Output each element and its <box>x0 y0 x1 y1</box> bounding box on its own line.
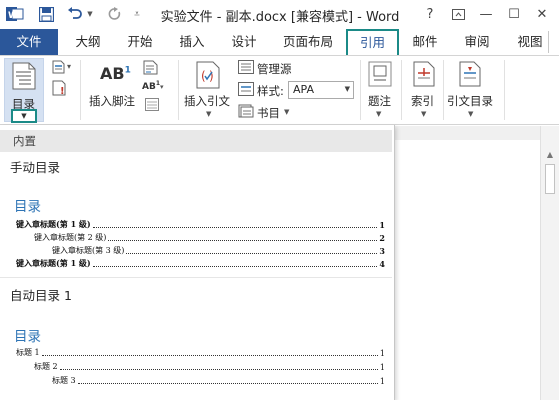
mark-entry-icon[interactable] <box>413 61 435 90</box>
ribbon-separator <box>443 60 444 120</box>
tab-review[interactable]: 审阅 <box>455 31 499 55</box>
vertical-scrollbar[interactable]: ▲ <box>540 126 559 400</box>
ribbon-separator <box>178 60 179 120</box>
toc-preview-heading: 目录 <box>14 199 41 215</box>
style-icon <box>238 82 254 99</box>
tab-mailings[interactable]: 邮件 <box>405 31 445 55</box>
toc-preview-entry: 标题 31 <box>52 376 385 386</box>
mark-citation-icon[interactable] <box>459 61 481 90</box>
tab-overflow-edge <box>548 31 559 53</box>
caption-label[interactable]: 题注 <box>368 93 391 109</box>
toc-gallery-dropdown: 内置 手动目录 目录 键入章标题(第 1 级) 1 键入章标题(第 2 级) 2 键… <box>0 125 395 400</box>
ribbon-separator <box>80 60 81 120</box>
undo-icon[interactable] <box>66 5 84 23</box>
tab-design[interactable]: 设计 <box>222 31 266 55</box>
insert-footnote-icon[interactable]: AB1 <box>100 64 131 83</box>
window-title: 实验文件 - 副本.docx [兼容模式] - Word <box>160 10 400 25</box>
insert-citation-dropdown-icon[interactable]: ▼ <box>206 110 211 118</box>
tab-view[interactable]: 视图 <box>508 31 552 55</box>
gallery-item-title: 手动目录 <box>10 160 61 175</box>
toc-preview-entry: 键入章标题(第 3 级) 3 <box>52 246 385 256</box>
tab-references[interactable]: 引用 <box>346 29 399 56</box>
insert-citation-icon[interactable]: ( ) <box>196 61 222 92</box>
ribbon-display-options-button[interactable] <box>446 4 470 24</box>
show-notes-icon[interactable] <box>145 98 159 114</box>
index-label[interactable]: 索引 <box>411 93 434 109</box>
chevron-down-icon: ▼ <box>344 85 350 93</box>
document-page[interactable] <box>395 140 540 400</box>
ribbon-separator <box>401 60 402 120</box>
svg-text:▾: ▾ <box>67 62 71 71</box>
insert-footnote-label[interactable]: 插入脚注 <box>89 93 135 109</box>
update-table-icon[interactable]: ! <box>52 80 68 99</box>
save-icon[interactable] <box>36 5 56 23</box>
toa-dropdown-icon[interactable]: ▼ <box>468 110 473 118</box>
tab-file[interactable]: 文件 <box>0 29 58 55</box>
svg-text:W: W <box>8 11 18 21</box>
toc-button[interactable]: 目录 ▼ <box>4 58 44 123</box>
toc-preview-entry: 标题 11 <box>16 348 385 358</box>
style-label: 样式: <box>257 84 284 98</box>
index-dropdown-icon[interactable]: ▼ <box>421 110 426 118</box>
svg-text:(: ( <box>201 69 206 83</box>
customize-toolbar-icon[interactable]: ⩡ <box>132 5 142 23</box>
caption-dropdown-icon[interactable]: ▼ <box>376 110 381 118</box>
footnote-sup-text: 1 <box>124 65 131 76</box>
gallery-item-title: 自动目录 1 <box>10 288 72 303</box>
word-logo-icon[interactable]: W <box>5 5 25 23</box>
help-button[interactable]: ? <box>418 4 442 24</box>
gallery-item-manual-toc[interactable]: 手动目录 目录 键入章标题(第 1 级) 1 键入章标题(第 2 级) 2 键入章标… <box>0 153 392 277</box>
toc-icon <box>12 62 36 93</box>
toc-preview-heading: 目录 <box>14 329 41 345</box>
manage-sources-icon[interactable] <box>238 60 254 77</box>
gallery-item-auto-toc-1[interactable]: 自动目录 1 目录 标题 11 标题 21 标题 31 <box>0 280 392 400</box>
ribbon-separator <box>504 60 505 120</box>
ribbon-tabs: 文件 大纲 开始 插入 设计 页面布局 引用 邮件 审阅 视图 <box>0 29 559 56</box>
gallery-divider <box>0 277 392 278</box>
footnote-ab-text: AB <box>100 64 125 83</box>
manage-sources-label[interactable]: 管理源 <box>257 61 292 77</box>
bibliography-icon[interactable] <box>238 104 254 121</box>
insert-caption-icon[interactable] <box>368 61 392 90</box>
style-select-value: APA <box>293 83 314 96</box>
toc-dropdown-arrow-box[interactable]: ▼ <box>11 109 37 123</box>
maximize-button[interactable]: ☐ <box>502 4 526 24</box>
scroll-up-icon[interactable]: ▲ <box>545 150 555 159</box>
tab-page-layout[interactable]: 页面布局 <box>275 31 341 55</box>
ribbon-references: 目录 ▼ ▾ ! AB1 插入脚注 AB1▾ () 插入引文 ▼ 管理源 样式… <box>0 55 559 125</box>
toc-preview-entry: 键入章标题(第 1 级) 4 <box>16 258 385 269</box>
insert-citation-label[interactable]: 插入引文 <box>184 93 230 109</box>
style-select[interactable]: APA ▼ <box>288 81 354 99</box>
insert-endnote-icon[interactable] <box>143 60 159 78</box>
add-text-icon[interactable]: ▾ <box>52 60 74 77</box>
bibliography-dropdown-icon[interactable]: ▼ <box>284 108 289 116</box>
minimize-button[interactable]: — <box>474 4 498 24</box>
gallery-section-header: 内置 <box>0 130 392 152</box>
redo-icon[interactable] <box>106 5 124 23</box>
toc-preview-entry: 标题 21 <box>34 362 385 372</box>
tab-home[interactable]: 开始 <box>118 31 162 55</box>
toc-preview-entry: 键入章标题(第 1 级) 1 <box>16 219 385 230</box>
toc-preview-entry: 键入章标题(第 2 级) 2 <box>34 233 385 243</box>
svg-text:!: ! <box>60 86 65 96</box>
close-button[interactable]: ✕ <box>530 4 554 24</box>
bibliography-label[interactable]: 书目 <box>257 105 280 121</box>
ribbon-separator <box>360 60 361 120</box>
scroll-thumb[interactable] <box>545 164 555 194</box>
undo-dropdown-icon[interactable]: ▼ <box>86 5 94 23</box>
tab-outline[interactable]: 大纲 <box>66 31 110 55</box>
title-bar: W ▼ ⩡ 实验文件 - 副本.docx [兼容模式] - Word ? — ☐ <box>0 0 559 29</box>
tab-insert[interactable]: 插入 <box>170 31 214 55</box>
next-footnote-icon[interactable]: AB1▾ <box>142 80 164 92</box>
toa-label[interactable]: 引文目录 <box>447 93 493 109</box>
